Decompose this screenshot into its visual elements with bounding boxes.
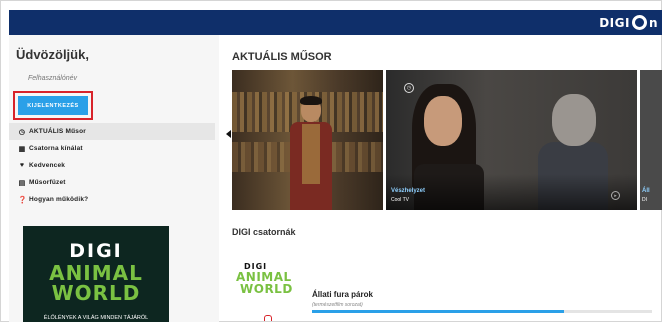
brand-ring-icon: [631, 15, 647, 30]
sidebar-item-label: Csatorna kínálat: [29, 145, 83, 152]
card-channel: Cool TV: [391, 197, 409, 203]
channel-logo[interactable]: DIGI ANIMAL WORLD: [236, 262, 298, 300]
sidebar-item-label: Műsorfüzet: [29, 179, 66, 186]
channel-logo-line2: WORLD: [240, 282, 293, 296]
program-card[interactable]: ◷ Vészhelyzet Cool TV ▸: [386, 70, 637, 210]
card-channel: DI: [642, 197, 647, 203]
list-icon: ▤: [18, 179, 26, 187]
digi-logo[interactable]: DIGI n: [599, 15, 658, 30]
thumbnail-detail: [552, 94, 596, 146]
banner-tagline: ÉLŐLÉNYEK A VILÁG MINDEN TÁJÁRÓL: [43, 315, 149, 321]
sidebar-item-label: Hogyan működik?: [29, 196, 89, 203]
program-genre: (természetfilm sorozat): [312, 302, 363, 308]
question-icon: ❓: [18, 196, 27, 204]
sidebar: Üdvözöljük, Felhasználónév KIJELENTKEZÉS…: [9, 35, 219, 322]
clock-icon: ◷: [404, 83, 414, 93]
program-progress-bar: [312, 310, 652, 313]
animal-world-banner[interactable]: DIGI ANIMAL WORLD ÉLŐLÉNYEK A VILÁG MIND…: [23, 226, 169, 322]
thumbnail-detail: [300, 96, 322, 105]
top-bar: DIGI n: [9, 10, 662, 35]
collapse-sidebar-icon[interactable]: [226, 130, 231, 138]
thumbnail-detail: [424, 96, 462, 146]
sidebar-item-favorites[interactable]: ♥ Kedvencek: [9, 157, 215, 174]
favorite-marker-icon[interactable]: [264, 315, 272, 321]
sidebar-menu: ◷ AKTUÁLIS Műsor ▦ Csatorna kínálat ♥ Ke…: [9, 123, 215, 208]
program-card[interactable]: [232, 70, 383, 210]
program-card[interactable]: Áll DI: [640, 70, 662, 210]
sidebar-item-guide[interactable]: ▤ Műsorfüzet: [9, 174, 215, 191]
heart-icon: ♥: [19, 162, 25, 169]
grid-icon: ▦: [18, 145, 26, 153]
program-progress-fill: [312, 310, 564, 313]
thumbnail-person: [290, 96, 332, 210]
thumbnail-detail: [302, 124, 320, 184]
brand-suffix: n: [648, 15, 658, 30]
now-showing-carousel: ◷ Vészhelyzet Cool TV ▸ Áll DI: [232, 70, 662, 210]
sidebar-item-howto[interactable]: ❓ Hogyan működik?: [9, 191, 215, 208]
card-title: Vészhelyzet: [391, 188, 426, 194]
program-title[interactable]: Állati fura párok: [312, 290, 373, 299]
sidebar-item-label: AKTUÁLIS Műsor: [29, 128, 86, 135]
sidebar-item-label: Kedvencek: [29, 162, 66, 169]
sidebar-item-now[interactable]: ◷ AKTUÁLIS Műsor: [9, 123, 215, 140]
channels-title: DIGI csatornák: [232, 227, 296, 237]
welcome-text: Üdvözöljük,: [16, 47, 89, 62]
logout-button[interactable]: KIJELENTKEZÉS: [18, 96, 88, 115]
logout-highlight-box: KIJELENTKEZÉS: [13, 91, 93, 120]
now-showing-title: AKTUÁLIS MŰSOR: [232, 51, 332, 63]
brand-text: DIGI: [599, 15, 630, 30]
username-text: Felhasználónév: [28, 75, 78, 82]
banner-brand: DIGI: [69, 240, 123, 262]
banner-line2: WORLD: [51, 281, 141, 305]
play-icon[interactable]: ▸: [611, 191, 620, 200]
card-title: Áll: [642, 188, 650, 194]
sidebar-item-channels[interactable]: ▦ Csatorna kínálat: [9, 140, 215, 157]
clock-icon: ◷: [18, 128, 26, 136]
